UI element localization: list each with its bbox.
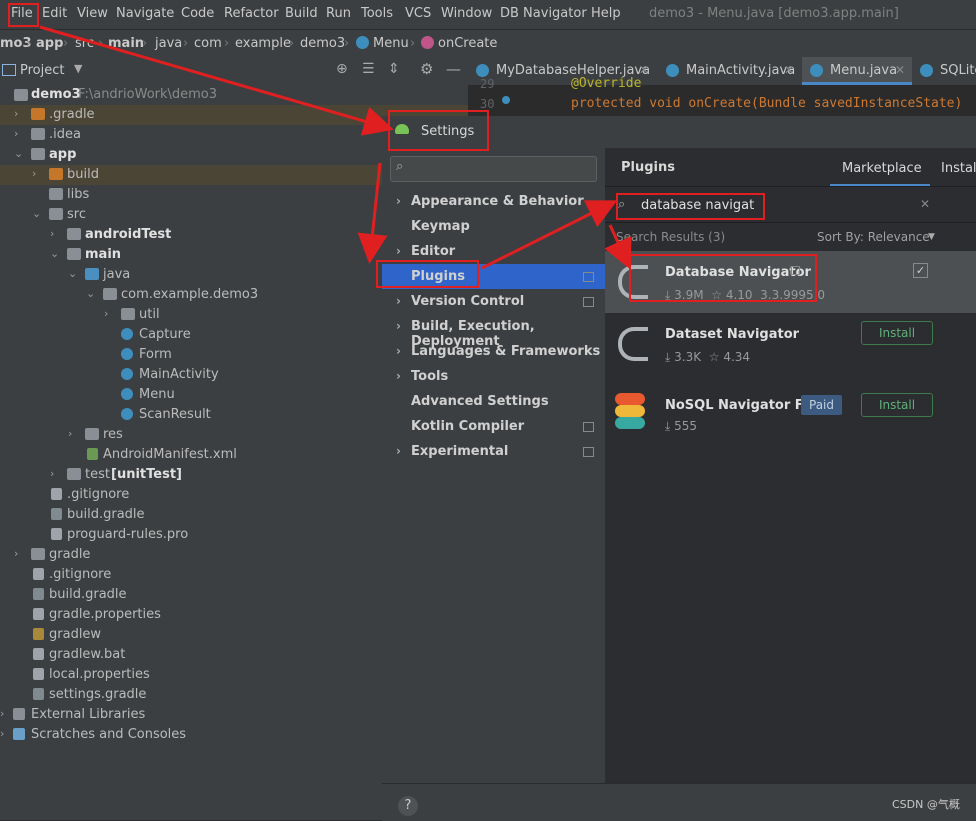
arrow: [39, 25, 394, 136]
arrow: [604, 224, 632, 270]
arrow: [481, 200, 618, 270]
arrow: [357, 162, 388, 264]
annotation-arrows: [39, 25, 632, 270]
